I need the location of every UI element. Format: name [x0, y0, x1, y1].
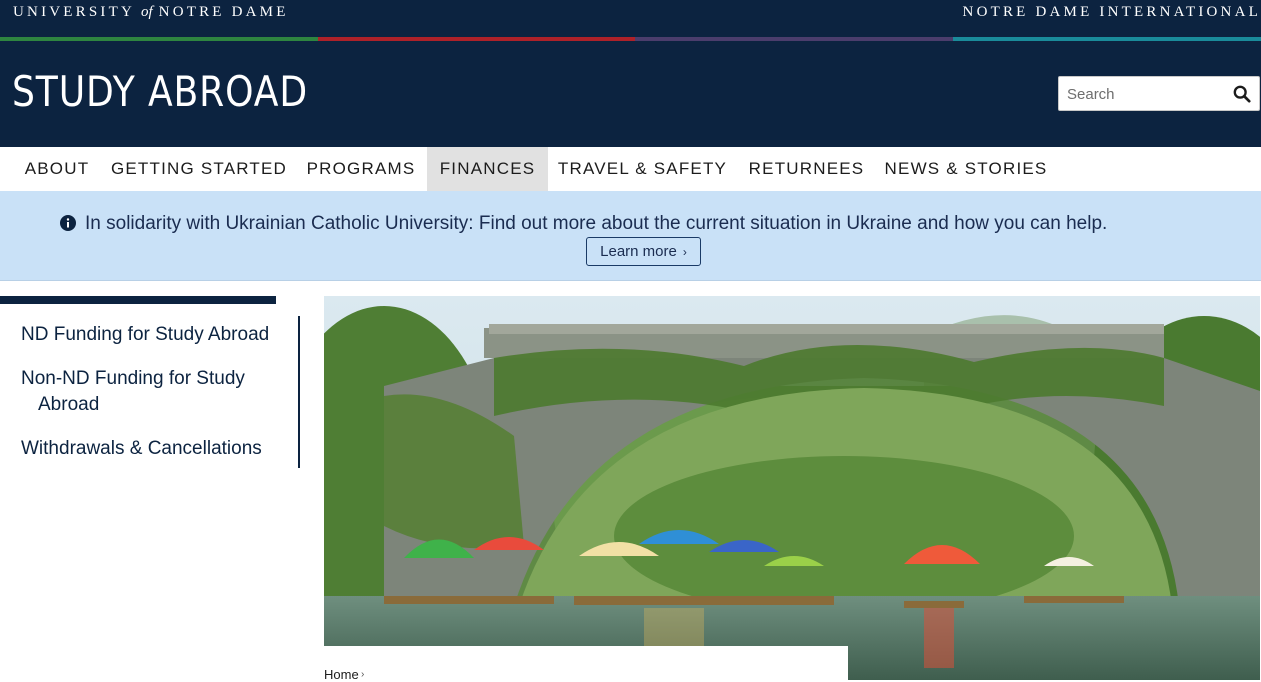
hero-illustration	[324, 296, 1260, 680]
chevron-right-icon: ›	[682, 245, 687, 259]
nav-finances[interactable]: FINANCES	[427, 147, 548, 191]
nav-about[interactable]: ABOUT	[12, 147, 102, 191]
nav-travel-safety[interactable]: TRAVEL & SAFETY	[550, 147, 735, 191]
main-nav: ABOUT GETTING STARTED PROGRAMS FINANCES …	[0, 147, 1261, 191]
sidebar-link-withdrawals[interactable]: Withdrawals & Cancellations	[21, 436, 262, 462]
search-input[interactable]	[1067, 84, 1227, 104]
hero-image	[324, 296, 1260, 680]
sidebar-link-label: Withdrawals & Cancellations	[21, 438, 262, 459]
sidebar-link-label-cont: Abroad	[38, 394, 100, 415]
sidebar-link-label: Non-ND Funding for Study	[21, 368, 245, 389]
nav-getting-started[interactable]: GETTING STARTED	[104, 147, 294, 191]
alert-message: In solidarity with Ukrainian Catholic Un…	[60, 213, 1230, 235]
learn-more-label: Learn more	[600, 243, 677, 260]
site-header: STUDY ABROAD	[0, 41, 1261, 147]
wordmark-notre-dame: NOTRE DAME	[158, 4, 289, 20]
sidebar-link-nd-funding[interactable]: ND Funding for Study Abroad	[21, 322, 269, 348]
search-icon[interactable]	[1233, 85, 1251, 103]
nav-programs[interactable]: PROGRAMS	[296, 147, 426, 191]
university-wordmark[interactable]: UNIVERSITY of NOTRE DAME	[13, 4, 289, 21]
nav-news-stories[interactable]: NEWS & STORIES	[877, 147, 1055, 191]
unit-name-link[interactable]: NOTRE DAME INTERNATIONAL	[963, 4, 1261, 21]
learn-more-button[interactable]: Learn more ›	[586, 237, 701, 266]
sidebar-link-non-nd-funding[interactable]: Non-ND Funding for Study Abroad	[21, 366, 245, 418]
sidebar-top-bar	[0, 296, 276, 304]
wordmark-university: UNIVERSITY	[13, 4, 135, 20]
university-brand-bar: UNIVERSITY of NOTRE DAME NOTRE DAME INTERN…	[0, 0, 1261, 38]
breadcrumb-separator: ›	[361, 669, 365, 680]
wordmark-of: of	[141, 4, 153, 20]
site-title[interactable]: STUDY ABROAD	[12, 67, 308, 116]
breadcrumb: Home ›	[324, 646, 848, 682]
info-circle-icon	[60, 215, 76, 231]
alert-text: In solidarity with Ukrainian Catholic Un…	[85, 213, 1108, 234]
nav-returnees[interactable]: RETURNEES	[738, 147, 875, 191]
sidebar-link-label: ND Funding for Study Abroad	[21, 324, 270, 345]
search-box	[1058, 76, 1260, 111]
sidebar-divider	[298, 316, 300, 468]
alert-banner: In solidarity with Ukrainian Catholic Un…	[0, 191, 1261, 281]
